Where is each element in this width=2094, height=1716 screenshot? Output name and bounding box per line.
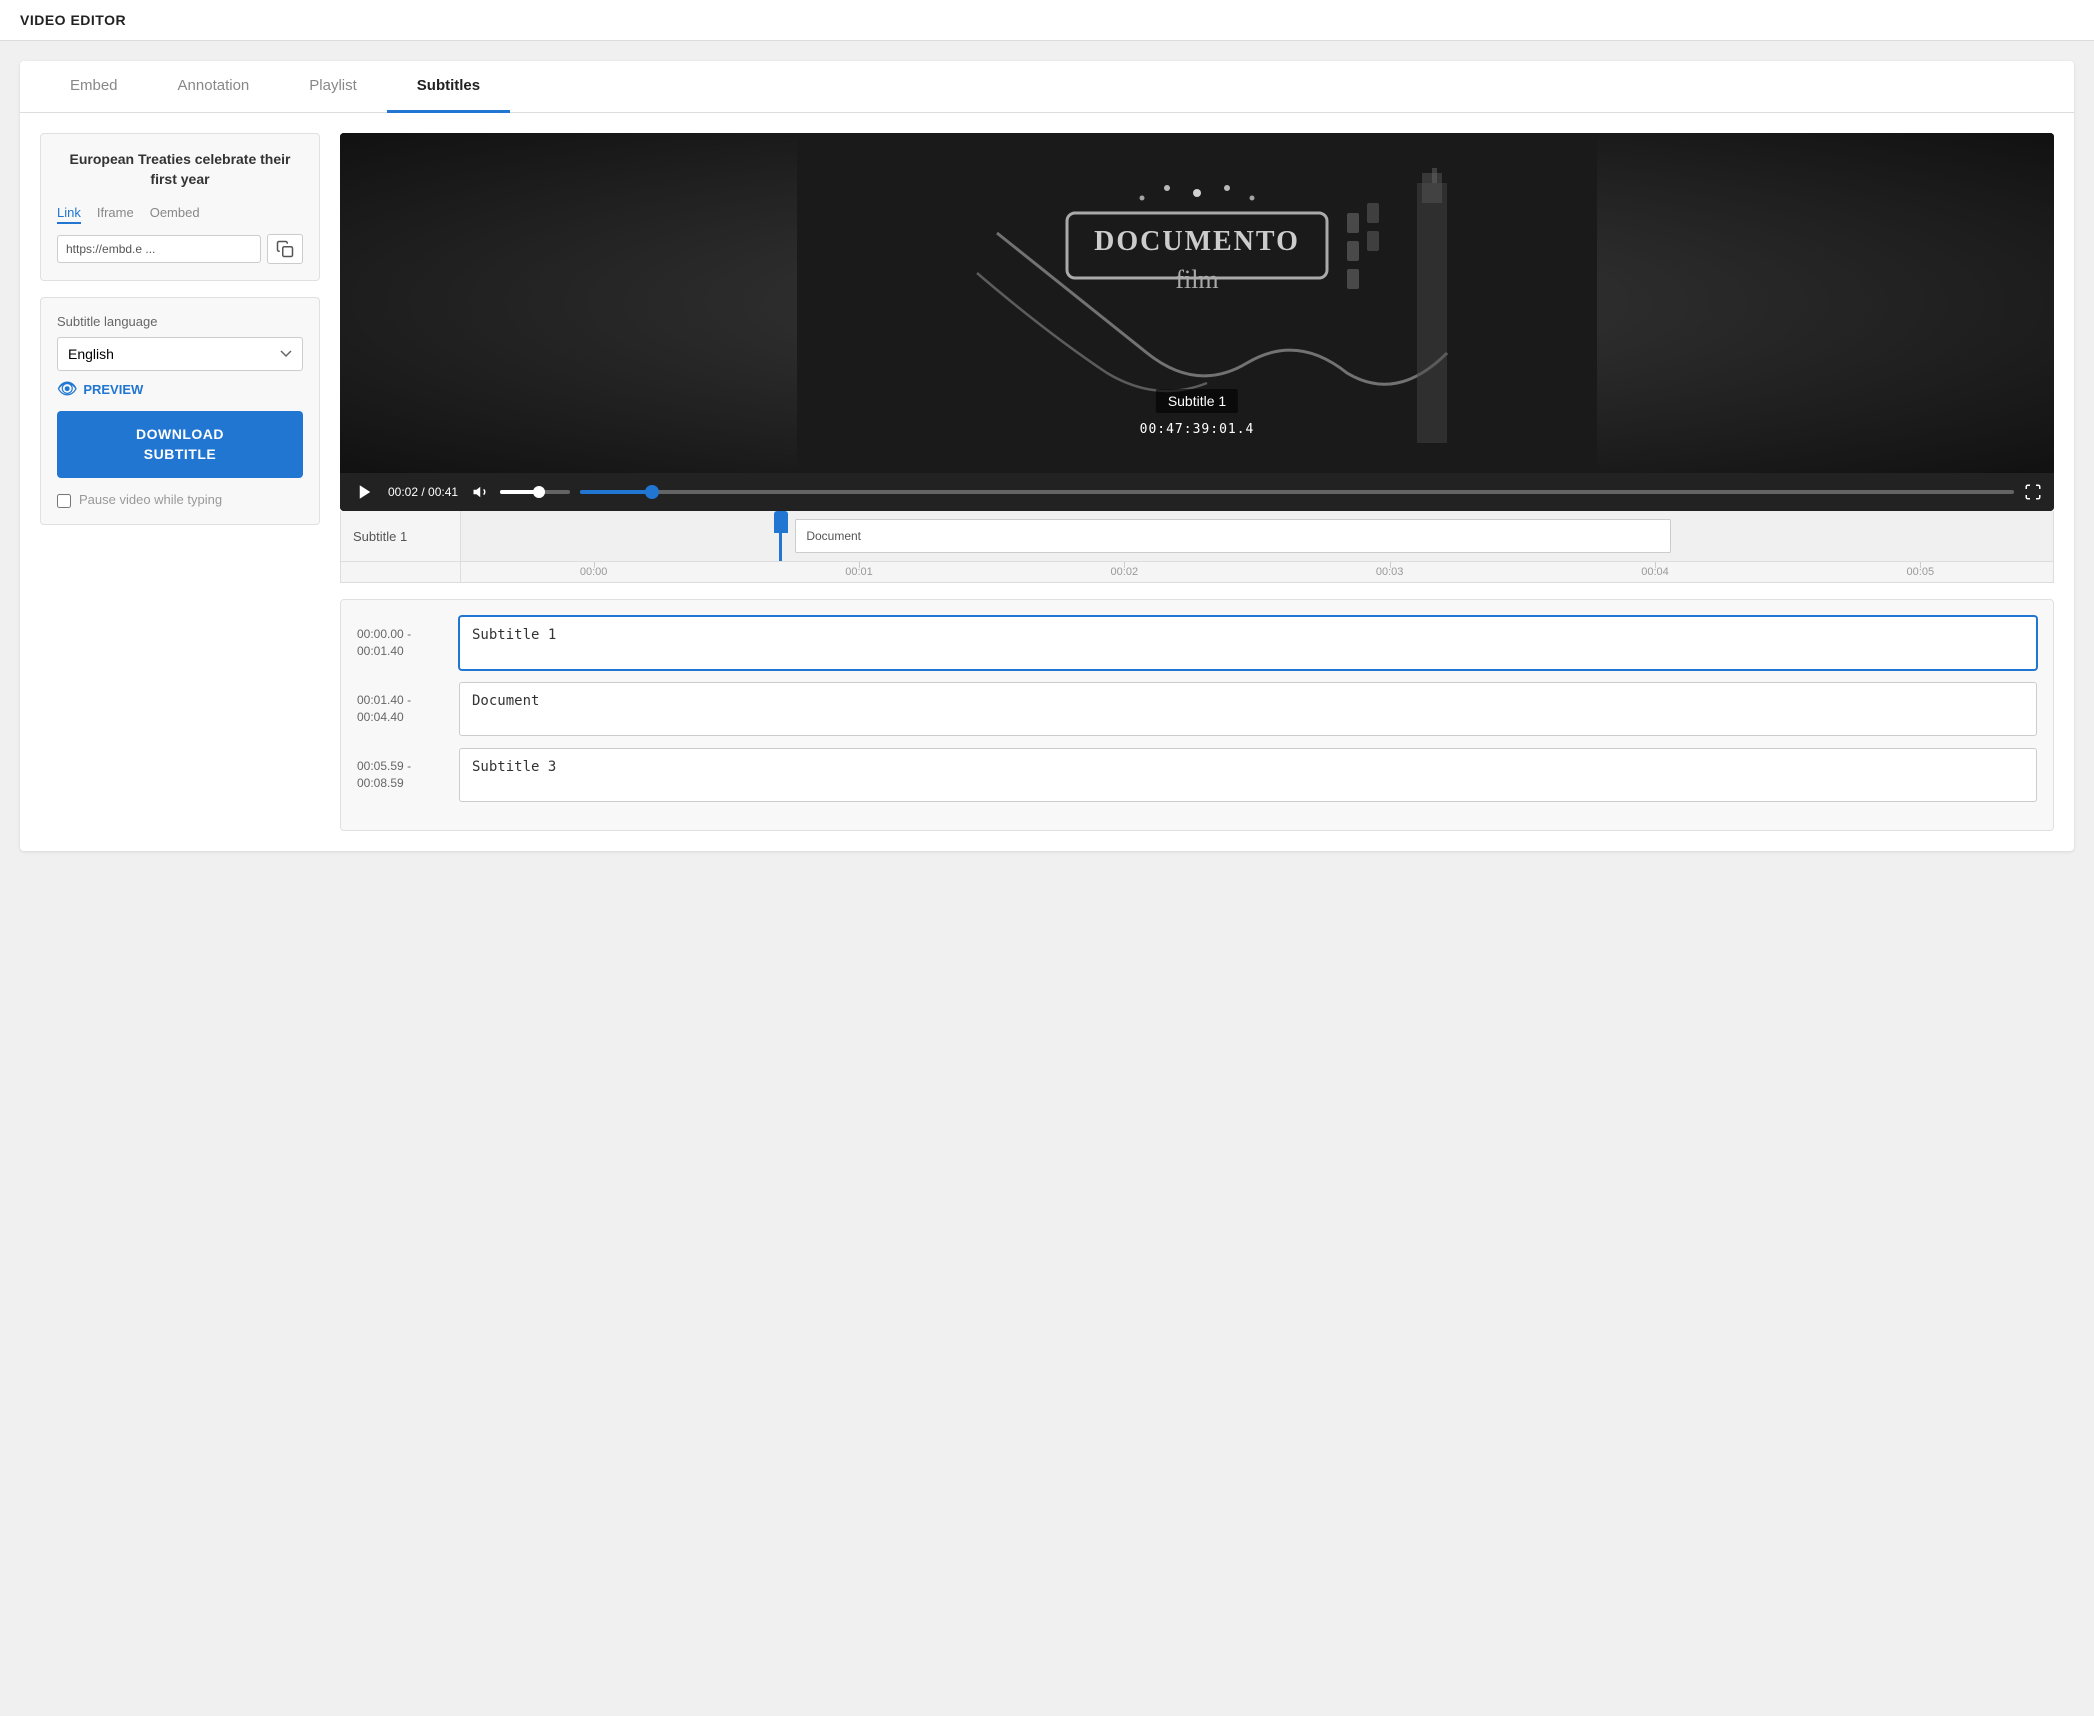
ruler-offset <box>341 562 461 582</box>
preview-link[interactable]: 👁 PREVIEW <box>57 379 303 399</box>
play-icon <box>356 483 374 501</box>
eye-icon: 👁 <box>57 379 77 399</box>
subtitle-time-end-2: 00:04.40 <box>357 710 404 724</box>
timeline-area: Subtitle 1 Document 00:00 00:01 <box>340 511 2054 583</box>
subtitle-text-3[interactable] <box>459 748 2037 802</box>
embed-url-input[interactable] <box>57 235 261 263</box>
fullscreen-button[interactable] <box>2024 483 2042 501</box>
subtitle-text-1[interactable] <box>459 616 2037 670</box>
progress-bar[interactable] <box>580 490 2014 494</box>
timeline-playhead[interactable] <box>779 511 782 561</box>
subtitle-entry-1: 00:00.00 - 00:01.40 <box>357 616 2037 670</box>
video-player: DOCUMENTO film <box>340 133 2054 511</box>
timeline-tracks: Subtitle 1 Document <box>341 511 2053 562</box>
subtitle-time-2: 00:01.40 - 00:04.40 <box>357 682 447 726</box>
video-title: European Treaties celebrate their first … <box>57 150 303 189</box>
tab-annotation[interactable]: Annotation <box>148 61 280 113</box>
subtitle-time-start-1: 00:00.00 <box>357 627 404 641</box>
progress-fill <box>580 490 652 494</box>
embed-box: European Treaties celebrate their first … <box>40 133 320 281</box>
ruler-tick-5: 00:05 <box>1788 566 2053 578</box>
download-btn-label: DOWNLOADSUBTITLE <box>136 426 224 462</box>
volume-icon <box>472 483 490 501</box>
subtitle-time-end-1: 00:01.40 <box>357 644 404 658</box>
embed-tab-link[interactable]: Link <box>57 205 81 224</box>
video-controls: 00:02 / 00:41 <box>340 473 2054 511</box>
pause-checkbox-row: Pause video while typing <box>57 492 303 508</box>
ruler-tick-0: 00:00 <box>461 566 726 578</box>
time-display: 00:02 / 00:41 <box>388 485 458 499</box>
volume-container <box>468 481 570 503</box>
app-title: VIDEO EDITOR <box>20 12 2074 28</box>
svg-text:DOCUMENTO: DOCUMENTO <box>1094 226 1300 257</box>
embed-input-row <box>57 234 303 264</box>
subtitle-time-dash-2: - <box>407 693 411 707</box>
subtitle-entry-3: 00:05.59 - 00:08.59 <box>357 748 2037 802</box>
copy-button[interactable] <box>267 234 303 264</box>
subtitle-time-3: 00:05.59 - 00:08.59 <box>357 748 447 792</box>
main-container: Embed Annotation Playlist Subtitles Euro… <box>20 61 2074 851</box>
subtitle-block-label: Document <box>806 529 861 543</box>
tab-subtitles[interactable]: Subtitles <box>387 61 510 113</box>
language-select[interactable]: English French German Spanish <box>57 337 303 371</box>
sidebar: European Treaties celebrate their first … <box>40 133 320 831</box>
tab-playlist[interactable]: Playlist <box>279 61 387 113</box>
subtitle-time-start-2: 00:01.40 <box>357 693 404 707</box>
copy-icon <box>276 240 294 258</box>
fullscreen-icon <box>2024 483 2042 501</box>
svg-text:film: film <box>1175 265 1218 294</box>
pause-label: Pause video while typing <box>79 492 222 507</box>
ruler-tick-2: 00:02 <box>992 566 1257 578</box>
current-time: 00:02 <box>388 485 418 499</box>
content-area: European Treaties celebrate their first … <box>20 113 2074 851</box>
progress-handle <box>645 485 659 499</box>
subtitle-time-start-3: 00:05.59 <box>357 759 404 773</box>
app-header: VIDEO EDITOR <box>0 0 2094 41</box>
tab-embed[interactable]: Embed <box>40 61 148 113</box>
volume-bar[interactable] <box>500 490 570 494</box>
tabs-bar: Embed Annotation Playlist Subtitles <box>20 61 2074 113</box>
main-right: DOCUMENTO film <box>340 133 2054 831</box>
pause-checkbox[interactable] <box>57 494 71 508</box>
ruler-tick-1: 00:01 <box>726 566 991 578</box>
timecode-overlay: 00:47:39:01.4 <box>1140 422 1255 437</box>
download-subtitle-button[interactable]: DOWNLOADSUBTITLE <box>57 411 303 478</box>
subtitle-entry-2: 00:01.40 - 00:04.40 <box>357 682 2037 736</box>
track-label: Subtitle 1 <box>341 511 461 561</box>
ruler-ticks: 00:00 00:01 00:02 00:03 00:04 00:05 <box>461 562 2053 582</box>
subtitle-editor: 00:00.00 - 00:01.40 00:01.40 - 00:04.40 <box>340 599 2054 831</box>
subtitle-time-1: 00:00.00 - 00:01.40 <box>357 616 447 660</box>
preview-label: PREVIEW <box>83 382 143 397</box>
subtitle-timeline-block[interactable]: Document <box>795 519 1671 553</box>
video-screen: DOCUMENTO film <box>340 133 2054 473</box>
ruler-tick-4: 00:04 <box>1522 566 1787 578</box>
embed-tab-oembed[interactable]: Oembed <box>150 205 200 224</box>
subtitle-lang-label: Subtitle language <box>57 314 303 329</box>
subtitle-time-dash-3: - <box>407 759 411 773</box>
track-content[interactable]: Document <box>461 511 2053 561</box>
subtitle-overlay: Subtitle 1 <box>1156 389 1238 413</box>
play-button[interactable] <box>352 481 378 503</box>
subtitle-language-box: Subtitle language English French German … <box>40 297 320 525</box>
volume-button[interactable] <box>468 481 494 503</box>
volume-handle <box>533 486 545 498</box>
ruler-tick-3: 00:03 <box>1257 566 1522 578</box>
subtitle-text-2[interactable] <box>459 682 2037 736</box>
duration: 00:41 <box>428 485 458 499</box>
timeline-ruler: 00:00 00:01 00:02 00:03 00:04 00:05 <box>341 562 2053 582</box>
embed-tab-iframe[interactable]: Iframe <box>97 205 134 224</box>
subtitle-time-dash-1: - <box>407 627 411 641</box>
embed-tabs: Link Iframe Oembed <box>57 205 303 224</box>
subtitle-time-end-3: 00:08.59 <box>357 776 404 790</box>
